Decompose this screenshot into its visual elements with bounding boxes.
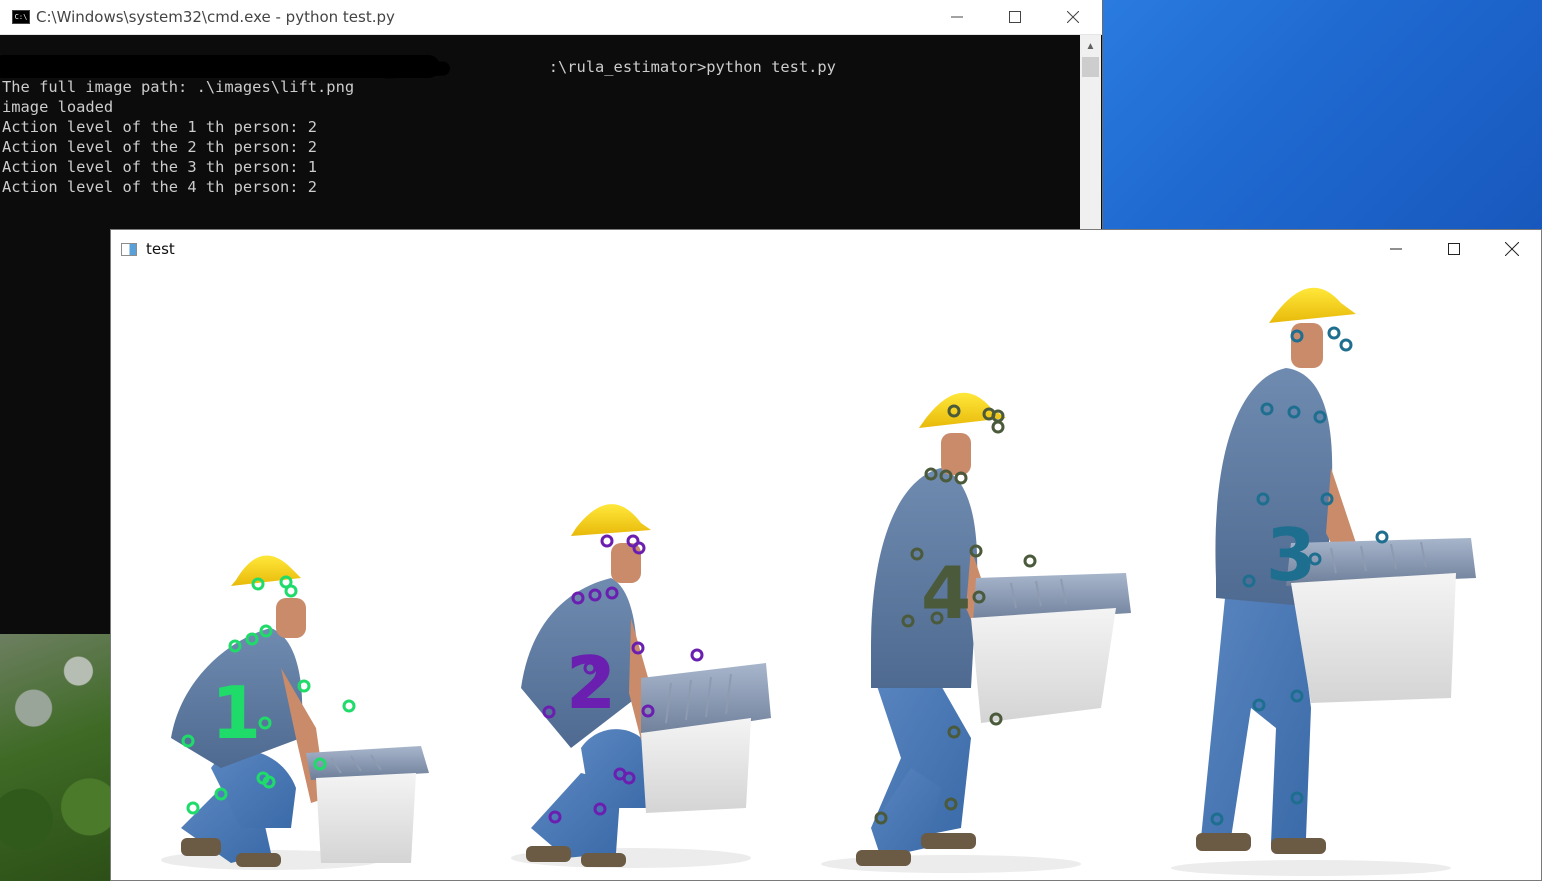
test-window[interactable]: test 1 2 4 3: [110, 229, 1542, 881]
console-line: Action level of the 4 th person: 2: [2, 178, 318, 196]
scroll-thumb[interactable]: [1082, 57, 1099, 77]
maximize-button[interactable]: [986, 0, 1044, 34]
cmd-window-controls: [928, 0, 1102, 34]
minimize-icon: [1390, 248, 1402, 250]
console-line: The full image path: .\images\lift.png: [2, 78, 355, 96]
person-label-1: 1: [211, 671, 261, 755]
close-icon: [1505, 242, 1519, 256]
console-line: image loaded: [2, 98, 114, 116]
scroll-up-icon[interactable]: ▲: [1080, 35, 1101, 57]
maximize-icon: [1009, 11, 1021, 23]
maximize-button[interactable]: [1425, 230, 1483, 268]
maximize-icon: [1448, 243, 1460, 255]
person-label-4: 4: [921, 551, 971, 635]
desktop-wallpaper-photo: [0, 634, 112, 881]
person-3: [1171, 287, 1476, 876]
cmd-window-title: C:\Windows\system32\cmd.exe - python tes…: [36, 8, 395, 26]
close-icon: [1067, 11, 1079, 23]
console-line: Action level of the 2 th person: 2: [2, 138, 318, 156]
person-label-2: 2: [566, 641, 616, 725]
person-label-3: 3: [1266, 513, 1316, 597]
test-window-title: test: [146, 240, 175, 258]
person-4: [821, 392, 1131, 873]
console-output: [ :\rula_estimator>python test.py The fu…: [2, 57, 836, 197]
minimize-button[interactable]: [1367, 230, 1425, 268]
image-window-icon: [121, 242, 137, 256]
close-button[interactable]: [1044, 0, 1102, 34]
test-titlebar[interactable]: test: [111, 230, 1541, 268]
redaction-mark: [0, 55, 440, 78]
cmd-icon: C:\: [12, 10, 30, 24]
person-1: [161, 555, 429, 870]
minimize-button[interactable]: [928, 0, 986, 34]
pose-scene: 1 2 4 3: [161, 287, 1476, 876]
pose-estimation-image: 1 2 4 3: [111, 268, 1541, 880]
console-line: Action level of the 3 th person: 1: [2, 158, 318, 176]
close-button[interactable]: [1483, 230, 1541, 268]
test-window-controls: [1367, 230, 1541, 268]
console-line: Action level of the 1 th person: 2: [2, 118, 318, 136]
desktop-background: [1102, 0, 1542, 230]
minimize-icon: [951, 16, 963, 18]
cmd-titlebar[interactable]: C:\ C:\Windows\system32\cmd.exe - python…: [0, 0, 1102, 35]
